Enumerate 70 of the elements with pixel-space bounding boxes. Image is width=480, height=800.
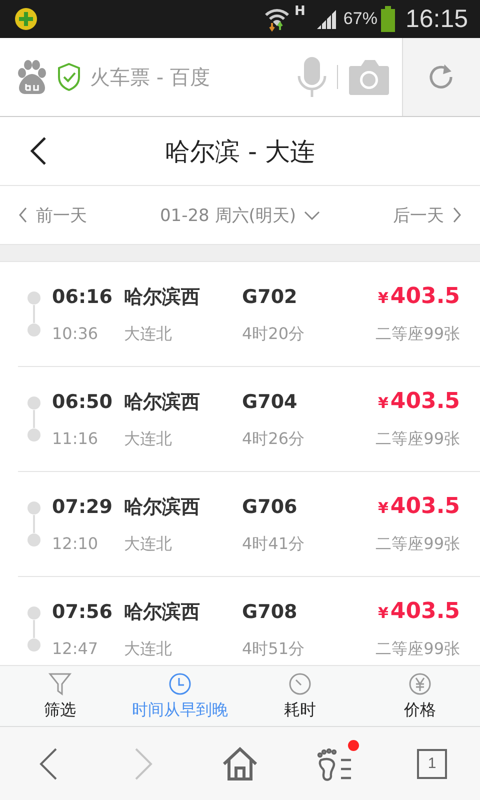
arrival-time: 12:10 bbox=[52, 534, 100, 552]
train-number: G708 bbox=[242, 600, 298, 622]
sort-tab[interactable]: 筛选 bbox=[0, 666, 120, 726]
timeline-icon bbox=[26, 606, 42, 652]
travel-duration: 4时41分 bbox=[242, 534, 306, 554]
ticket-price: ¥403.5 bbox=[378, 388, 460, 414]
departure-station: 哈尔滨西 bbox=[124, 284, 201, 310]
yen-icon bbox=[408, 672, 432, 696]
previous-day-button[interactable]: 前一天 bbox=[18, 204, 87, 226]
battery-icon bbox=[381, 6, 396, 32]
back-icon[interactable] bbox=[28, 136, 48, 166]
date-dropdown[interactable]: 01-28 周六(明天) bbox=[160, 204, 320, 226]
arrival-time: 10:36 bbox=[52, 324, 100, 342]
battery-percent: 67% bbox=[343, 9, 378, 29]
ticket-price: ¥403.5 bbox=[378, 598, 460, 624]
timeline-icon bbox=[26, 291, 42, 337]
seat-availability: 二等座99张 bbox=[376, 324, 460, 344]
ticket-price: ¥403.5 bbox=[378, 284, 460, 308]
arrival-time: 12:47 bbox=[52, 638, 100, 658]
arrival-station: 大连北 bbox=[124, 638, 173, 660]
paw-logo-icon bbox=[16, 60, 48, 94]
ticket-price: ¥403.5 bbox=[378, 494, 460, 518]
train-row[interactable]: 06:16 哈尔滨西 G702 ¥403.5 10:36 大连北 4时20分 二等座99张 bbox=[18, 262, 480, 367]
train-row[interactable]: 06:50 哈尔滨西 G704 ¥403.5 11:16 大连北 4时26分 二等座99张 bbox=[18, 367, 480, 472]
seat-availability: 二等座99张 bbox=[376, 428, 460, 450]
timeline-icon bbox=[26, 501, 42, 547]
sort-tab[interactable]: 价格 bbox=[360, 666, 480, 726]
timeline-icon bbox=[26, 396, 42, 442]
departure-time: 06:16 bbox=[52, 286, 114, 308]
departure-station: 哈尔滨西 bbox=[124, 600, 201, 624]
seat-availability: 二等座99张 bbox=[376, 638, 460, 660]
train-number: G702 bbox=[242, 286, 298, 308]
route-title: 哈尔滨 - 大连 bbox=[165, 136, 315, 168]
page-title: 火车票 - 百度 bbox=[90, 64, 210, 90]
departure-time: 07:29 bbox=[52, 496, 114, 518]
chevron-right-icon bbox=[452, 207, 462, 223]
train-row[interactable]: 07:29 哈尔滨西 G706 ¥403.5 12:10 大连北 4时41分 二等座99张 bbox=[18, 472, 480, 577]
arrival-station: 大连北 bbox=[124, 534, 173, 554]
camera-icon[interactable] bbox=[348, 58, 390, 96]
sort-tab[interactable]: 耗时 bbox=[240, 666, 360, 726]
arrival-station: 大连北 bbox=[124, 428, 173, 450]
seat-availability: 二等座99张 bbox=[376, 534, 460, 554]
train-number: G706 bbox=[242, 496, 298, 518]
departure-station: 哈尔滨西 bbox=[124, 390, 201, 414]
departure-station: 哈尔滨西 bbox=[124, 494, 201, 520]
clock-time: 16:15 bbox=[405, 4, 468, 34]
travel-duration: 4时20分 bbox=[242, 324, 306, 344]
travel-duration: 4时51分 bbox=[242, 638, 306, 660]
notification-dot bbox=[348, 740, 359, 750]
travel-duration: 4时26分 bbox=[242, 428, 306, 450]
tabs-button[interactable]: 1 bbox=[384, 727, 480, 800]
tab-count: 1 bbox=[417, 748, 447, 778]
app-icon bbox=[14, 7, 38, 31]
network-type: H bbox=[294, 4, 306, 19]
wifi-icon bbox=[262, 6, 291, 32]
shield-check-icon bbox=[58, 63, 80, 91]
departure-time: 06:50 bbox=[52, 390, 114, 412]
arrival-station: 大连北 bbox=[124, 324, 173, 344]
timer-icon bbox=[288, 672, 312, 696]
microphone-icon[interactable] bbox=[297, 56, 327, 98]
filter-icon bbox=[48, 672, 72, 696]
departure-time: 07:56 bbox=[52, 600, 114, 622]
arrival-time: 11:16 bbox=[52, 428, 100, 448]
clock-icon bbox=[168, 672, 192, 696]
next-day-button[interactable]: 后一天 bbox=[392, 204, 462, 226]
train-number: G704 bbox=[242, 390, 298, 412]
chevron-down-icon bbox=[304, 210, 320, 220]
reload-button[interactable] bbox=[402, 38, 480, 116]
chevron-left-icon bbox=[18, 207, 28, 223]
reload-icon bbox=[428, 63, 456, 91]
